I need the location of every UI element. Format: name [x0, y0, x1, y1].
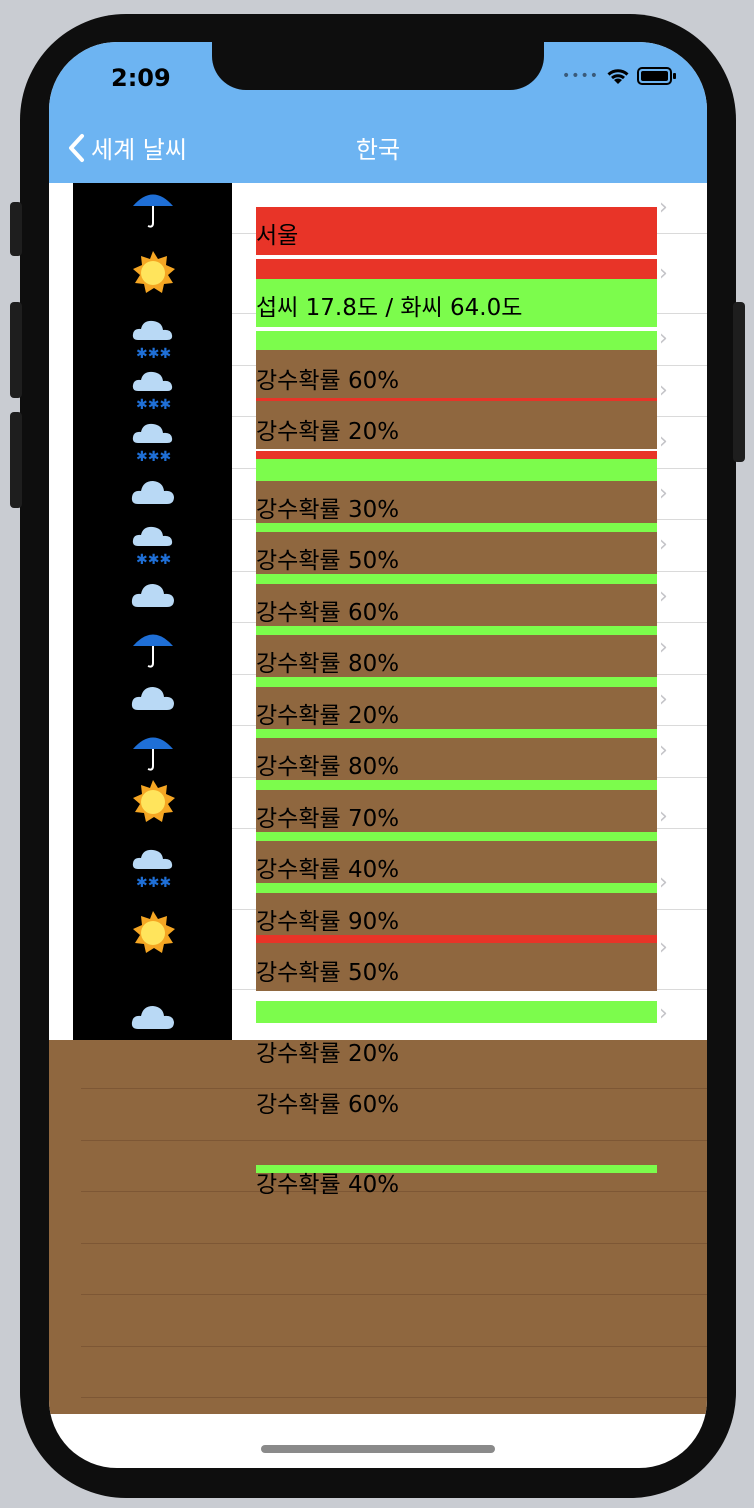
city-band: [256, 207, 657, 255]
volume-up-button: [10, 302, 22, 398]
city-band: [256, 451, 657, 459]
notch: [212, 42, 544, 90]
wifi-icon: [607, 69, 629, 84]
precip-text: 강수확률 80%: [256, 651, 400, 677]
precip-text: 강수확률 20%: [256, 703, 400, 729]
disclosure-chevron-icon[interactable]: ›: [659, 870, 668, 895]
svg-text:✱✱✱: ✱✱✱: [136, 397, 171, 413]
disclosure-chevron-icon[interactable]: ›: [659, 584, 668, 609]
svg-text:✱✱✱: ✱✱✱: [136, 449, 171, 465]
precip-text: 강수확률 80%: [256, 754, 400, 780]
disclosure-chevron-icon[interactable]: ›: [659, 195, 668, 220]
disclosure-chevron-icon[interactable]: ›: [659, 481, 668, 506]
precip-text: 강수확률 40%: [256, 1172, 400, 1198]
temperature-text: 섭씨 17.8도 / 화씨 64.0도: [256, 295, 523, 321]
svg-text:✱✱✱: ✱✱✱: [136, 875, 171, 891]
disclosure-chevron-icon[interactable]: ›: [659, 326, 668, 351]
precip-text: 강수확률 20%: [256, 1041, 400, 1067]
battery-icon: [637, 67, 676, 85]
disclosure-chevron-icon[interactable]: ›: [659, 261, 668, 286]
sun-icon: [133, 251, 175, 293]
status-icons: ••••: [562, 66, 677, 86]
cloud-icon: [131, 584, 174, 607]
disclosure-chevron-icon[interactable]: ›: [659, 635, 668, 660]
disclosure-chevron-icon[interactable]: ›: [659, 804, 668, 829]
disclosure-chevron-icon[interactable]: ›: [659, 532, 668, 557]
status-time: 2:09: [111, 64, 171, 92]
sun-icon: [133, 911, 175, 953]
silent-switch: [10, 202, 22, 256]
navigation-bar: 2:09 •••• 세계 날씨 한국: [49, 42, 707, 183]
snow-cloud-icon: ✱✱✱: [132, 849, 173, 891]
signal-icon: ••••: [561, 68, 599, 84]
home-indicator[interactable]: [261, 1445, 495, 1453]
umbrella-icon: [133, 737, 173, 771]
cloud-icon: [131, 1006, 174, 1029]
cloud-icon: [131, 481, 174, 504]
snow-cloud-icon: ✱✱✱: [132, 423, 173, 465]
icon-column: ✱✱✱ ✱✱✱ ✱✱✱ ✱✱✱ ✱✱✱: [73, 183, 232, 1040]
sun-icon: [133, 780, 175, 822]
city-name: 서울: [256, 223, 299, 249]
precip-text: 강수확률 20%: [256, 419, 400, 445]
precip-text: 강수확률 60%: [256, 1092, 400, 1118]
volume-down-button: [10, 412, 22, 508]
disclosure-chevron-icon[interactable]: ›: [659, 935, 668, 960]
umbrella-icon: [133, 634, 173, 668]
city-band: [256, 935, 657, 943]
precip-text: 강수확률 60%: [256, 600, 400, 626]
page-title: 한국: [355, 136, 401, 164]
precip-text: 강수확률 60%: [256, 368, 400, 394]
disclosure-chevron-icon[interactable]: ›: [659, 378, 668, 403]
precip-text: 강수확률 40%: [256, 857, 400, 883]
city-band: [256, 259, 657, 279]
power-button: [733, 302, 745, 462]
disclosure-chevron-icon[interactable]: ›: [659, 738, 668, 763]
precip-text: 강수확률 50%: [256, 548, 400, 574]
svg-text:✱✱✱: ✱✱✱: [136, 346, 171, 362]
disclosure-chevron-icon[interactable]: ›: [659, 429, 668, 454]
disclosure-chevron-icon[interactable]: ›: [659, 687, 668, 712]
precip-text: 강수확률 30%: [256, 497, 400, 523]
temperature-band: [256, 459, 657, 483]
temperature-band: [256, 331, 657, 351]
disclosure-chevron-icon[interactable]: ›: [659, 1001, 668, 1026]
snow-cloud-icon: ✱✱✱: [132, 320, 173, 362]
precip-text: 강수확률 70%: [256, 806, 400, 832]
precip-text: 강수확률 50%: [256, 960, 400, 986]
precip-text: 강수확률 90%: [256, 909, 400, 935]
umbrella-icon: [133, 194, 173, 228]
svg-text:✱✱✱: ✱✱✱: [136, 552, 171, 568]
cloud-icon: [131, 687, 174, 710]
screen: 2:09 •••• 세계 날씨 한국 ✱✱✱ ✱✱✱ ✱✱✱ ✱✱✱ ✱✱✱ ›…: [49, 42, 707, 1468]
weather-table[interactable]: ✱✱✱ ✱✱✱ ✱✱✱ ✱✱✱ ✱✱✱ › › › › › › › › › › …: [49, 183, 707, 1414]
temperature-band: [256, 1001, 657, 1023]
snow-cloud-icon: ✱✱✱: [132, 371, 173, 413]
snow-cloud-icon: ✱✱✱: [132, 526, 173, 568]
